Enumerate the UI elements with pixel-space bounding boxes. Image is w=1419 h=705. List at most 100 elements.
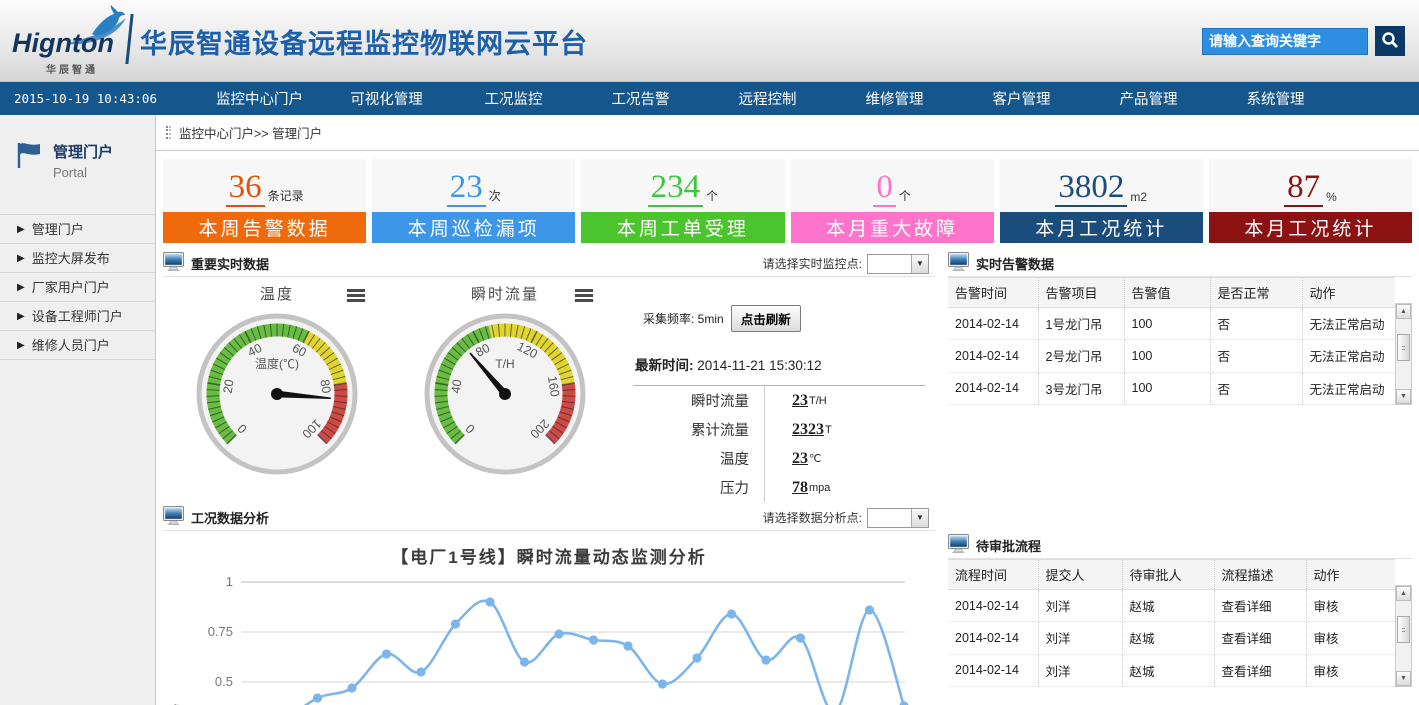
table-cell: 否 — [1210, 340, 1302, 372]
table-cell: 2号龙门吊 — [1038, 340, 1124, 372]
table-cell: 1号龙门吊 — [1038, 308, 1124, 340]
monitor-icon — [948, 534, 969, 558]
table-cell: 审核 — [1306, 654, 1395, 686]
search-icon — [1381, 31, 1399, 52]
breadcrumb-text: 监控中心门户>> 管理门户 — [179, 123, 322, 142]
stat-label: 本周巡检漏项 — [372, 212, 575, 243]
stat-value: 234 — [648, 172, 704, 207]
sidebar: 管理门户 Portal ▶管理门户▶监控大屏发布▶厂家用户门户▶设备工程师门户▶… — [0, 115, 156, 705]
alarm-table-scrollbar[interactable]: ▲ ▼ — [1395, 303, 1412, 405]
metric-value-cell: 2323T — [764, 415, 832, 444]
stat-unit: % — [1326, 190, 1337, 204]
search-button[interactable] — [1375, 26, 1405, 56]
metric-value-cell: 23℃ — [764, 444, 821, 473]
stat-value-area: 87% — [1209, 159, 1412, 212]
approval-table: 流程时间提交人待审批人流程描述动作2014-02-14刘洋赵城查看详细审核201… — [948, 559, 1395, 687]
alarm-panel: 实时告警数据 告警时间告警项目告警值是否正常动作2014-02-141号龙门吊1… — [948, 251, 1412, 405]
stat-card-4[interactable]: 3802m2本月工况统计 — [1000, 159, 1203, 243]
sidebar-item-0[interactable]: ▶管理门户 — [0, 214, 155, 243]
analysis-panel-title: 工况数据分析 — [191, 508, 269, 527]
metric-label: 温度 — [633, 448, 749, 469]
stat-value-area: 234个 — [581, 159, 784, 212]
table-cell: 2014-02-14 — [948, 622, 1038, 654]
monitor-point-select[interactable]: ▼ — [867, 254, 929, 274]
table-cell: 否 — [1210, 308, 1302, 340]
table-cell: 否 — [1210, 372, 1302, 404]
metric-value: 23 — [792, 392, 808, 410]
stat-label: 本月重大故障 — [791, 212, 994, 243]
scrollbar-thumb[interactable] — [1397, 334, 1410, 361]
sidebar-item-3[interactable]: ▶设备工程师门户 — [0, 301, 155, 330]
table-cell: 2014-02-14 — [948, 340, 1038, 372]
nav-item-0[interactable]: 监控中心门户 — [196, 88, 323, 109]
realtime-panel: 重要实时数据 请选择实时监控点: ▼ 温度 020406080100温度(℃) — [163, 251, 935, 505]
table-cell: 100 — [1124, 308, 1210, 340]
metric-unit: ℃ — [809, 452, 821, 465]
scroll-down-icon[interactable]: ▼ — [1396, 671, 1411, 686]
nav-item-6[interactable]: 客户管理 — [958, 88, 1085, 109]
table-row: 2014-02-14刘洋赵城查看详细审核 — [948, 654, 1395, 686]
alarm-table: 告警时间告警项目告警值是否正常动作2014-02-141号龙门吊100否无法正常… — [948, 277, 1395, 405]
temperature-gauge-title: 温度 — [260, 286, 294, 303]
stat-card-5[interactable]: 87%本月工况统计 — [1209, 159, 1412, 243]
flag-icon — [16, 141, 42, 180]
stat-value-area: 3802m2 — [1000, 159, 1203, 212]
chevron-down-icon: ▼ — [911, 255, 928, 273]
temperature-gauge: 020406080100温度(℃) — [163, 304, 391, 485]
table-cell: 审核 — [1306, 590, 1395, 622]
logo-text: Hignton — [12, 28, 114, 59]
nav-item-2[interactable]: 工况监控 — [450, 88, 577, 109]
stat-card-2[interactable]: 234个本周工单受理 — [581, 159, 784, 243]
metric-value-cell: 78mpa — [764, 473, 830, 502]
nav-item-1[interactable]: 可视化管理 — [323, 88, 450, 109]
scrollbar-thumb[interactable] — [1397, 616, 1410, 643]
gauge-menu-icon[interactable] — [575, 289, 593, 304]
stat-card-3[interactable]: 0个本月重大故障 — [791, 159, 994, 243]
column-header: 流程描述 — [1214, 560, 1306, 590]
stat-unit: 个 — [706, 187, 718, 204]
stat-value-area: 23次 — [372, 159, 575, 212]
sidebar-item-2[interactable]: ▶厂家用户门户 — [0, 272, 155, 301]
nav-item-5[interactable]: 维修管理 — [831, 88, 958, 109]
monitor-icon — [163, 252, 184, 276]
scroll-up-icon[interactable]: ▲ — [1396, 586, 1411, 601]
search-input[interactable] — [1202, 28, 1368, 55]
latest-time-label: 最新时间: — [635, 358, 694, 373]
nav-item-4[interactable]: 远程控制 — [704, 88, 831, 109]
stat-label: 本周工单受理 — [581, 212, 784, 243]
analysis-panel: 工况数据分析 请选择数据分析点: ▼ 【电厂1号线】瞬时流量动态监测分析 10.… — [163, 505, 935, 705]
breadcrumb-icon — [166, 126, 171, 139]
gauge-menu-icon[interactable] — [347, 289, 365, 304]
stat-value: 3802 — [1055, 172, 1127, 207]
metric-row-1: 累计流量2323T — [633, 415, 925, 444]
nav-item-7[interactable]: 产品管理 — [1085, 88, 1212, 109]
triangle-right-icon: ▶ — [17, 244, 25, 273]
scroll-up-icon[interactable]: ▲ — [1396, 304, 1411, 319]
column-header: 告警值 — [1124, 278, 1210, 308]
table-cell: 2014-02-14 — [948, 590, 1038, 622]
stat-unit: 次 — [489, 187, 501, 204]
column-header: 动作 — [1302, 278, 1395, 308]
approval-panel: 待审批流程 流程时间提交人待审批人流程描述动作2014-02-14刘洋赵城查看详… — [948, 533, 1412, 687]
analysis-point-select[interactable]: ▼ — [867, 508, 929, 528]
refresh-button[interactable]: 点击刷新 — [731, 305, 801, 332]
table-cell: 刘洋 — [1038, 622, 1122, 654]
monitor-icon — [163, 506, 184, 530]
triangle-right-icon: ▶ — [17, 273, 25, 302]
metric-value: 78 — [792, 479, 808, 497]
table-cell: 2014-02-14 — [948, 372, 1038, 404]
sidebar-item-1[interactable]: ▶监控大屏发布 — [0, 243, 155, 272]
sidebar-item-4[interactable]: ▶维修人员门户 — [0, 330, 155, 359]
portal-subtitle: Portal — [53, 165, 113, 180]
approval-table-scrollbar[interactable]: ▲ ▼ — [1395, 585, 1412, 687]
navbar-timestamp: 2015-10-19 10:43:06 — [0, 91, 196, 106]
metric-unit: mpa — [809, 482, 830, 494]
nav-item-8[interactable]: 系统管理 — [1212, 88, 1339, 109]
nav-item-3[interactable]: 工况告警 — [577, 88, 704, 109]
table-row: 2014-02-14刘洋赵城查看详细审核 — [948, 622, 1395, 654]
svg-text:T/H: T/H — [495, 357, 514, 371]
stat-card-0[interactable]: 36条记录本周告警数据 — [163, 159, 366, 243]
realtime-values: 采集频率: 5min 点击刷新 最新时间: 2014-11-21 15:30:1… — [619, 277, 935, 505]
scroll-down-icon[interactable]: ▼ — [1396, 389, 1411, 404]
stat-card-1[interactable]: 23次本周巡检漏项 — [372, 159, 575, 243]
